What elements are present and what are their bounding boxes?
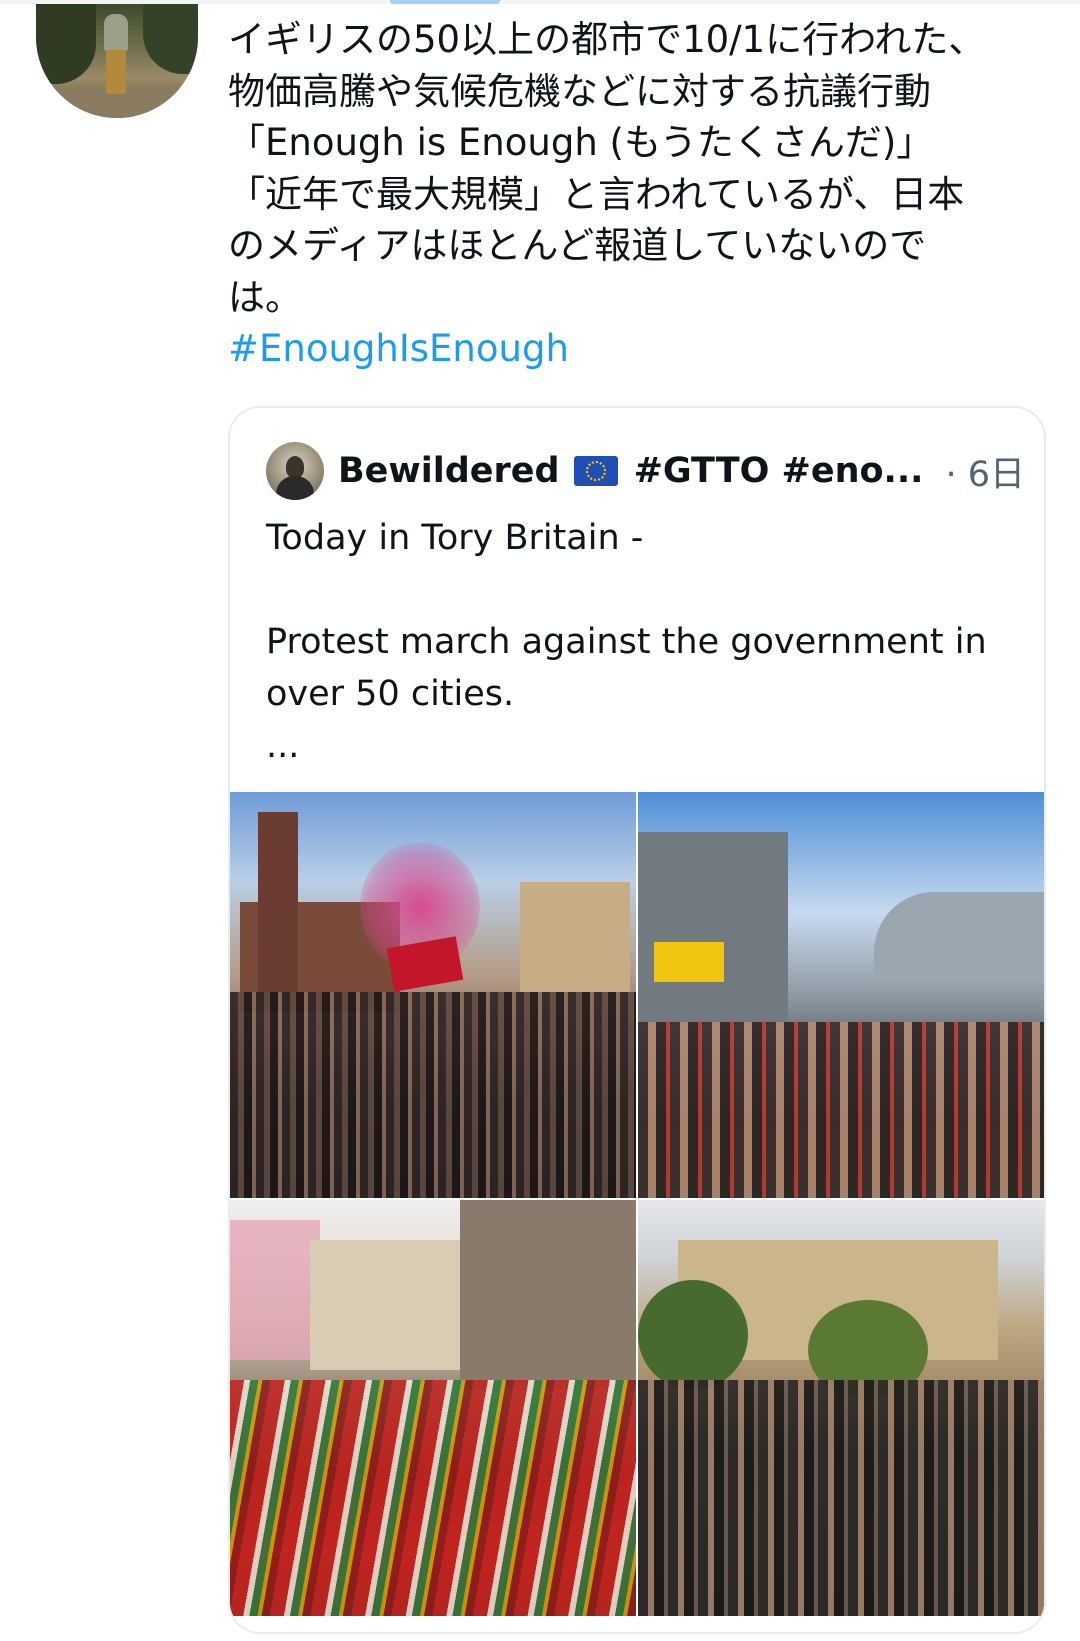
photo-crowd <box>638 1022 1044 1198</box>
quoted-handle[interactable]: #GTTO #eno... <box>634 451 924 491</box>
hashtag-link[interactable]: #EnoughIsEnough <box>228 323 1038 375</box>
avatar-tree <box>36 4 96 84</box>
photo-grid <box>230 792 1044 1632</box>
protest-photo-1[interactable] <box>230 792 636 1198</box>
avatar[interactable] <box>36 4 198 118</box>
tweet-text: イギリスの50以上の都市で10/1に行われた、 物価高騰や気候危機などに対する抗… <box>228 14 1038 375</box>
quoted-display-name[interactable]: Bewildered <box>338 451 560 491</box>
avatar-person <box>104 14 128 52</box>
quoted-text-line: Today in Tory Britain - <box>266 518 644 558</box>
photo-crowd-with-flags <box>230 1380 636 1616</box>
protest-photo-3[interactable] <box>230 1200 636 1616</box>
photo-building <box>230 1220 320 1360</box>
quoted-header: Bewildered #GTTO #eno... · 6日 <box>338 442 1025 500</box>
tweet-text-line: イギリスの50以上の都市で10/1に行われた、 <box>228 18 986 61</box>
photo-building <box>310 1240 460 1370</box>
tweet-text-line: は。 <box>228 275 302 319</box>
quoted-text-line: Protest march against the government in <box>266 622 987 662</box>
protest-photo-2[interactable] <box>638 792 1044 1198</box>
avatar-person-legs <box>106 50 126 94</box>
eu-flag-icon <box>573 456 618 486</box>
photo-building <box>638 832 788 1032</box>
photo-clock-tower <box>258 812 298 1002</box>
quoted-text-line: over 50 cities. <box>266 674 515 714</box>
tweet-text-line: 「近年で最大規模」と言われているが、日本 <box>228 172 965 216</box>
quoted-text-ellipsis: ... <box>266 726 300 766</box>
quoted-tweet[interactable]: Bewildered #GTTO #eno... · 6日 Today in T… <box>228 406 1046 1634</box>
protest-photo-4[interactable] <box>638 1200 1044 1616</box>
avatar-tree <box>143 4 198 74</box>
tweet-text-line: 物価高騰や気候危機などに対する抗議行動 <box>228 69 931 113</box>
tweet-text-line: 「Enough is Enough (もうたくさんだ)」 <box>228 121 934 164</box>
top-accent <box>390 0 500 4</box>
photo-tree <box>638 1280 748 1390</box>
quoted-timestamp[interactable]: · 6日 <box>945 446 1025 497</box>
quoted-text: Today in Tory Britain - Protest march ag… <box>266 512 1016 772</box>
photo-building <box>874 892 1044 982</box>
quoted-avatar-body <box>276 476 314 500</box>
quoted-avatar[interactable] <box>266 442 324 500</box>
photo-building <box>520 882 630 992</box>
quoted-text-blank-line <box>266 564 1016 616</box>
quoted-avatar-face <box>286 456 304 478</box>
photo-crowd <box>230 992 636 1198</box>
photo-yellow-sign <box>654 942 724 982</box>
photo-crowd <box>638 1380 1044 1616</box>
tweet-text-line: のメディアはほとんど報道していないので <box>228 224 927 267</box>
photo-building <box>460 1200 636 1390</box>
